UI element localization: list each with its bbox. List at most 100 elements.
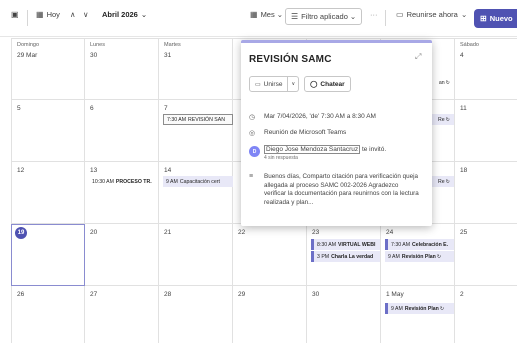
day-cell[interactable]: Martes 31 (159, 38, 233, 100)
event-title: Celebración E. (412, 241, 449, 248)
event-chip[interactable]: 3 PM Charla La verdad (311, 251, 380, 262)
event-actions: ▭ Unirse ∨ ◯ Chatear (249, 76, 351, 92)
day-cell[interactable]: 5 (11, 100, 85, 162)
meet-now-dropdown[interactable]: ⌄ (461, 10, 467, 19)
event-chip[interactable]: 9 AM Capacitación cert (163, 176, 233, 187)
day-cell[interactable]: 23 8:30 AM VIRTUAL WEBI 3 PM Charla La v… (307, 224, 381, 286)
day-cell[interactable]: 12 (11, 162, 85, 224)
invited-text: te invitó. (361, 146, 387, 153)
day-cell[interactable]: 11 (455, 100, 517, 162)
new-event-button[interactable]: ⊞ Nuevo (474, 9, 517, 28)
more-icon: ··· (370, 10, 378, 19)
meet-now-button[interactable]: ▭ Reunirse ahora (396, 10, 458, 19)
event-time: 7:30 AM (167, 116, 187, 123)
day-cell[interactable]: 20 (85, 224, 159, 286)
calendar-icon: ▦ (250, 10, 258, 19)
day-header: Lunes (90, 42, 105, 48)
event-chip[interactable]: 8:30 AM VIRTUAL WEBI (311, 239, 380, 250)
chat-label: Chatear (320, 80, 345, 88)
day-cell[interactable]: Lunes 30 (85, 38, 159, 100)
event-chip[interactable]: 10:30 AM PROCESO TR. (89, 176, 159, 187)
day-number: 4 (460, 52, 464, 59)
sidebar-toggle-icon[interactable]: ▣ (11, 10, 22, 19)
day-number: 7 (164, 105, 168, 112)
today-marker: 19 (15, 227, 27, 239)
next-month-button[interactable]: ∨ (83, 10, 89, 19)
day-number: 30 (312, 291, 320, 298)
event-title: PROCESO TR. (115, 178, 152, 185)
event-chip[interactable]: 7:30 AM Celebración E. (385, 239, 454, 250)
previous-month-button[interactable]: ∧ (70, 10, 76, 19)
today-label: Hoy (46, 10, 60, 19)
event-time: 10:30 AM (92, 178, 114, 185)
day-number: 31 (164, 52, 172, 59)
day-cell[interactable]: 25 (455, 224, 517, 286)
event-title: Revisión Plan (401, 253, 436, 260)
day-cell[interactable]: 27 (85, 286, 159, 343)
event-title: Revisión Plan (404, 305, 439, 312)
day-cell[interactable]: 6 (85, 100, 159, 162)
event-time: 8:30 AM (317, 241, 337, 248)
filter-icon: ☰ (291, 12, 299, 21)
day-cell[interactable]: 2 (455, 286, 517, 343)
toolbar-divider (385, 10, 386, 26)
join-options-button[interactable]: ∨ (288, 76, 300, 92)
view-selector[interactable]: ▦ Mes ⌄ (250, 10, 283, 19)
day-number: 23 (312, 229, 320, 236)
month-picker[interactable]: Abril 2026 ⌄ (102, 10, 147, 19)
filter-button[interactable]: ☰ Filtro aplicado ⌄ (285, 8, 363, 25)
day-number: 12 (17, 167, 25, 174)
day-number: 27 (90, 291, 98, 298)
event-time: 9 AM (388, 253, 400, 260)
month-label: Abril 2026 (102, 10, 138, 19)
day-cell[interactable]: 18 (455, 162, 517, 224)
day-number: 29 (238, 291, 246, 298)
day-cell[interactable]: 30 (307, 286, 381, 343)
day-cell[interactable]: 21 (159, 224, 233, 286)
day-number: 21 (164, 229, 172, 236)
organizer-name[interactable]: Diego Jose Mendoza Santacruz (264, 145, 361, 154)
event-chip[interactable]: 9 AM Revisión Plan ↻ (385, 303, 454, 314)
chevron-down-icon: ⌄ (276, 10, 284, 19)
chat-button[interactable]: ◯ Chatear (304, 76, 351, 92)
avatar: D (249, 146, 260, 157)
event-time: 7:30 AM (391, 241, 411, 248)
expand-icon[interactable]: ⤢ (415, 52, 421, 62)
day-number: 28 (164, 291, 172, 298)
day-cell[interactable]: Domingo 29 Mar (11, 38, 85, 100)
join-button[interactable]: ▭ Unirse (249, 76, 289, 92)
recurring-icon: ↻ (445, 116, 450, 123)
day-number: 11 (460, 105, 467, 112)
location-text: Reunión de Microsoft Teams (264, 129, 347, 136)
day-cell-today[interactable]: 19 (11, 224, 85, 286)
day-number: 30 (90, 52, 98, 59)
video-icon: ▭ (255, 81, 261, 88)
recurring-icon: ↻ (445, 178, 450, 185)
day-header: Domingo (17, 42, 40, 48)
day-cell[interactable]: Sábado 4 (455, 38, 517, 100)
day-cell[interactable]: 7 7:30 AM REVISIÓN SAN (159, 100, 233, 162)
day-number: 18 (460, 167, 468, 174)
day-cell[interactable]: 22 (233, 224, 307, 286)
event-organizer: D Diego Jose Mendoza Santacruz te invitó… (249, 145, 387, 161)
more-options-button[interactable]: ··· (370, 10, 378, 19)
day-number: 25 (460, 229, 468, 236)
day-cell[interactable]: 13 10:30 AM PROCESO TR. (85, 162, 159, 224)
day-cell[interactable]: 29 (233, 286, 307, 343)
event-title: an (438, 79, 445, 86)
day-cell[interactable]: 28 (159, 286, 233, 343)
event-time: 9 AM (166, 178, 178, 185)
day-cell[interactable]: 1 May 9 AM Revisión Plan ↻ (381, 286, 455, 343)
event-title: VIRTUAL WEBI (338, 241, 376, 248)
day-cell[interactable]: 14 9 AM Capacitación cert (159, 162, 233, 224)
chevron-down-icon: ∨ (83, 10, 89, 19)
event-chip[interactable]: 9 AM Revisión Plan ↻ (385, 251, 454, 262)
today-button[interactable]: ▦ Hoy (36, 10, 60, 19)
day-number: 22 (238, 229, 246, 236)
new-event-icon: ⊞ (480, 14, 487, 23)
day-cell[interactable]: 24 7:30 AM Celebración E. 9 AM Revisión … (381, 224, 455, 286)
chevron-down-icon: ∨ (291, 81, 296, 87)
event-chip[interactable]: 7:30 AM REVISIÓN SAN (163, 114, 233, 125)
day-cell[interactable]: 26 (11, 286, 85, 343)
day-number: 29 Mar (17, 52, 38, 59)
